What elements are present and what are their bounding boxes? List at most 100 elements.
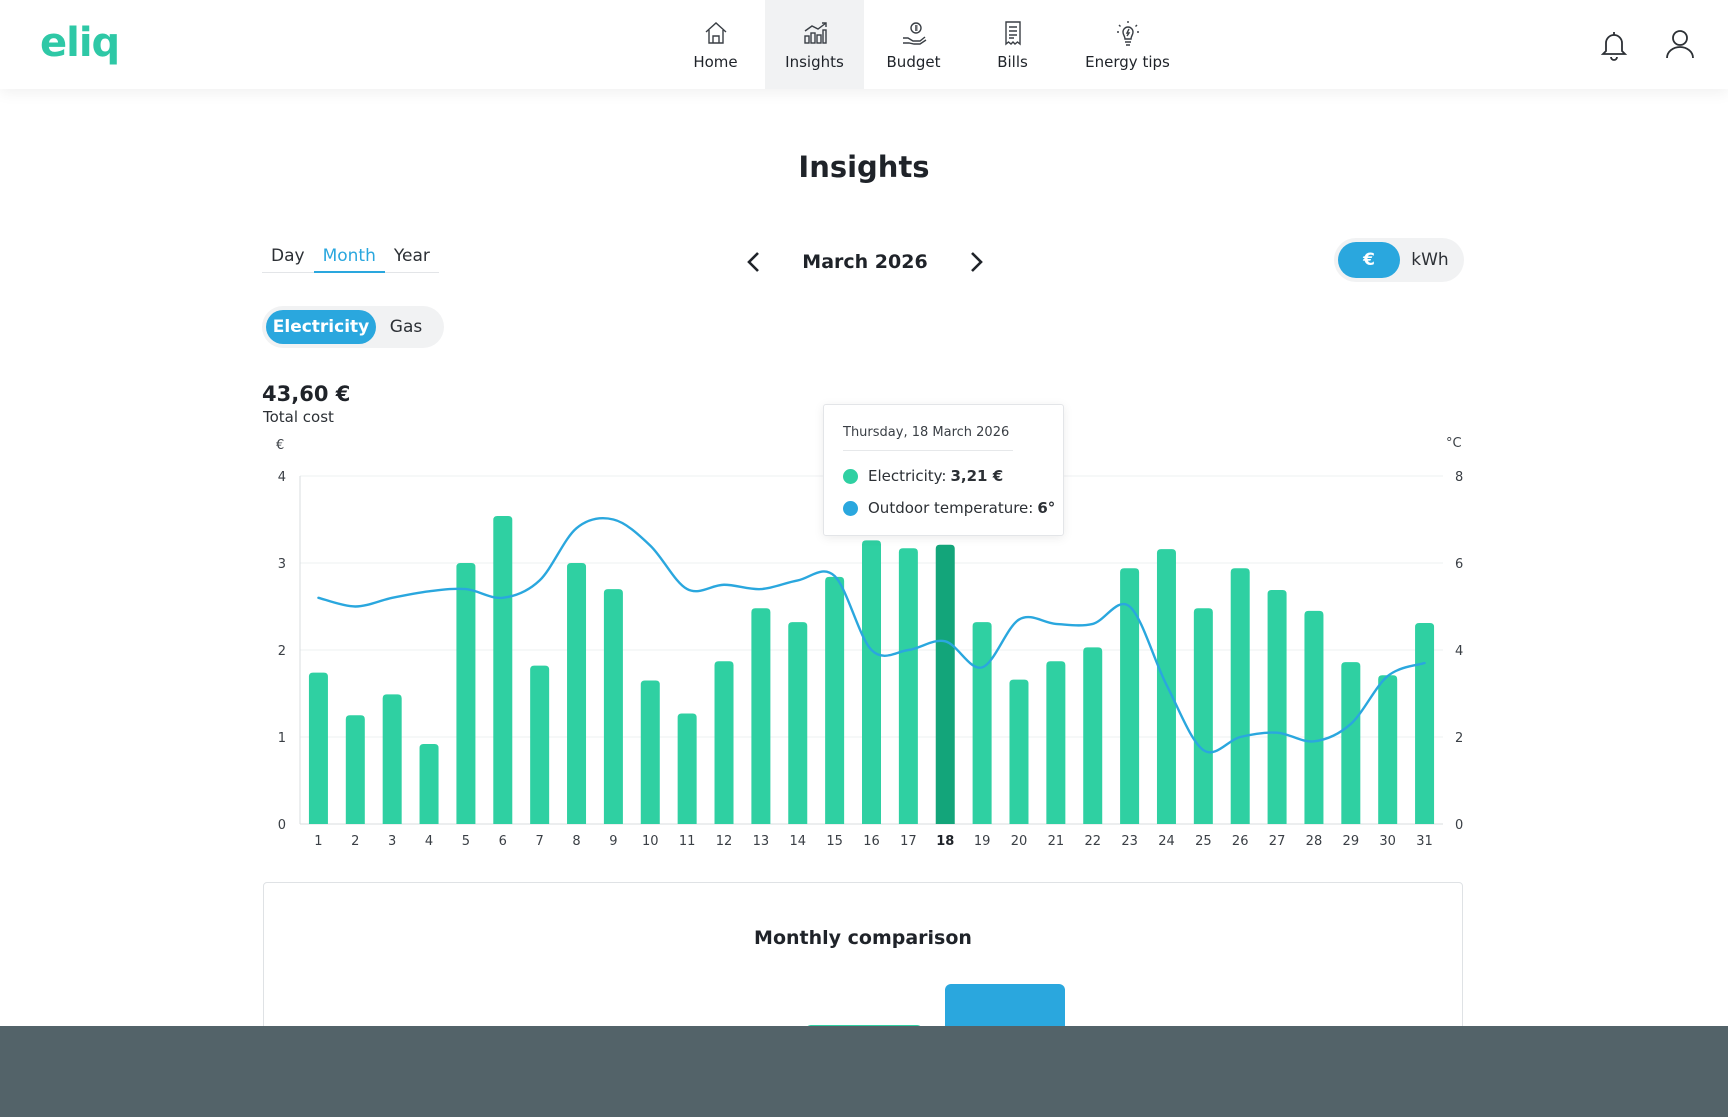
x-tick-label: 3 — [388, 834, 396, 849]
x-tick-label: 27 — [1269, 834, 1286, 849]
x-tick-label: 12 — [716, 834, 733, 849]
chart-bar — [640, 680, 660, 824]
bottom-overlay-band — [0, 1026, 1728, 1117]
x-tick-label: 18 — [936, 834, 954, 849]
current-month-label: March 2026 — [802, 251, 928, 273]
x-tick-label: 30 — [1379, 834, 1396, 849]
tab-year[interactable]: Year — [385, 246, 439, 273]
x-tick-label: 31 — [1416, 834, 1433, 849]
chart-bar — [345, 715, 365, 824]
electricity-legend-dot — [843, 468, 858, 484]
x-tick-label: 21 — [1048, 834, 1065, 849]
home-icon — [705, 21, 726, 44]
chart-bar — [1304, 610, 1324, 824]
tooltip-divider — [843, 450, 1013, 451]
chart-bar — [1415, 623, 1435, 824]
main-nav: Home Insights Budget Bills Energy tips — [666, 0, 1193, 89]
x-tick-label: 8 — [572, 834, 580, 849]
y-tick-label: 4 — [278, 470, 286, 485]
chart-tooltip: Thursday, 18 March 2026 Electricity: 3,2… — [823, 404, 1064, 536]
tab-month[interactable]: Month — [313, 246, 385, 273]
tooltip-temperature-label: Outdoor temperature: — [868, 499, 1034, 517]
next-month-button[interactable] — [962, 248, 990, 276]
chart-bar — [751, 608, 771, 824]
x-tick-label: 26 — [1232, 834, 1249, 849]
nav-label-budget: Budget — [886, 52, 941, 71]
chart-bar — [493, 516, 513, 824]
unit-euro-button[interactable]: € — [1338, 242, 1400, 278]
nav-item-energy-tips[interactable]: Energy tips — [1062, 0, 1193, 89]
chart-bar — [935, 544, 955, 824]
x-tick-label: 9 — [609, 834, 617, 849]
temperature-legend-dot — [843, 500, 858, 516]
y-tick-label: 3 — [278, 557, 286, 572]
chevron-left-icon — [747, 252, 759, 272]
previous-month-button[interactable] — [740, 248, 768, 276]
chart-bar — [1046, 661, 1066, 824]
x-tick-label: 14 — [789, 834, 806, 849]
chart-bar — [1009, 679, 1029, 824]
user-icon[interactable] — [1664, 28, 1696, 60]
x-tick-label: 6 — [499, 834, 507, 849]
tooltip-temperature-row: Outdoor temperature: 6° — [843, 499, 1055, 517]
nav-item-home[interactable]: Home — [666, 0, 765, 89]
x-tick-label: 17 — [900, 834, 917, 849]
y-tick-label: 2 — [278, 644, 286, 659]
nav-item-bills[interactable]: Bills — [963, 0, 1062, 89]
x-tick-label: 25 — [1195, 834, 1212, 849]
unit-toggle: € kWh — [1334, 238, 1464, 282]
tab-day[interactable]: Day — [262, 246, 314, 273]
chevron-right-icon — [971, 252, 983, 272]
x-tick-label: 4 — [425, 834, 433, 849]
chart-bar — [603, 589, 623, 824]
tooltip-electricity-label: Electricity: — [868, 467, 947, 485]
gas-button[interactable]: Gas — [376, 310, 436, 344]
x-tick-label: 2 — [351, 834, 359, 849]
x-tick-label: 16 — [863, 834, 880, 849]
y-tick-label: 1 — [278, 731, 286, 746]
chart-bar — [1341, 662, 1361, 824]
electricity-button[interactable]: Electricity — [266, 310, 376, 344]
nav-label-home: Home — [693, 52, 738, 71]
x-tick-label: 7 — [536, 834, 544, 849]
chart-bar — [1193, 608, 1213, 824]
x-tick-label: 1 — [314, 834, 322, 849]
chart-bar — [825, 576, 845, 824]
nav-item-insights[interactable]: Insights — [765, 0, 864, 89]
monthly-comparison-title: Monthly comparison — [754, 927, 972, 949]
chart-bar — [419, 743, 439, 824]
x-tick-label: 19 — [974, 834, 991, 849]
y-axis-unit: € — [276, 438, 284, 453]
bell-icon[interactable] — [1600, 29, 1628, 61]
chart-bar — [567, 563, 587, 824]
x-tick-label: 10 — [642, 834, 659, 849]
chart-bar — [456, 563, 476, 824]
unit-kwh-button[interactable]: kWh — [1400, 242, 1460, 278]
chart-bar — [1267, 589, 1287, 824]
tooltip-electricity-row: Electricity: 3,21 € — [843, 467, 1003, 485]
total-cost-value: 43,60 € — [262, 382, 351, 406]
x-tick-label: 20 — [1011, 834, 1028, 849]
x-tick-label: 29 — [1343, 834, 1360, 849]
y-tick-label: 0 — [278, 818, 286, 833]
x-tick-label: 23 — [1121, 834, 1138, 849]
nav-label-bills: Bills — [997, 52, 1028, 71]
chart-bar — [862, 540, 881, 824]
nav-item-budget[interactable]: Budget — [864, 0, 963, 89]
y2-tick-label: 0 — [1455, 818, 1463, 833]
chart-bar — [1230, 568, 1250, 824]
insights-icon — [803, 21, 827, 44]
energy-tips-icon — [1116, 20, 1139, 46]
x-tick-label: 28 — [1306, 834, 1323, 849]
period-tabs: Day Month Year — [262, 246, 439, 273]
month-selector: March 2026 — [740, 246, 990, 278]
y2-tick-label: 6 — [1455, 557, 1463, 572]
chart-bar — [1083, 647, 1103, 824]
eliq-logo[interactable]: eliq — [40, 20, 120, 66]
nav-label-energy-tips: Energy tips — [1085, 52, 1170, 71]
tooltip-date: Thursday, 18 March 2026 — [843, 425, 1010, 440]
tooltip-temperature-value: 6° — [1037, 499, 1056, 517]
top-navigation-bar: eliq Home Insights Budget Bills Energy t… — [0, 0, 1728, 89]
x-tick-label: 15 — [826, 834, 843, 849]
chart-bar — [898, 548, 918, 824]
